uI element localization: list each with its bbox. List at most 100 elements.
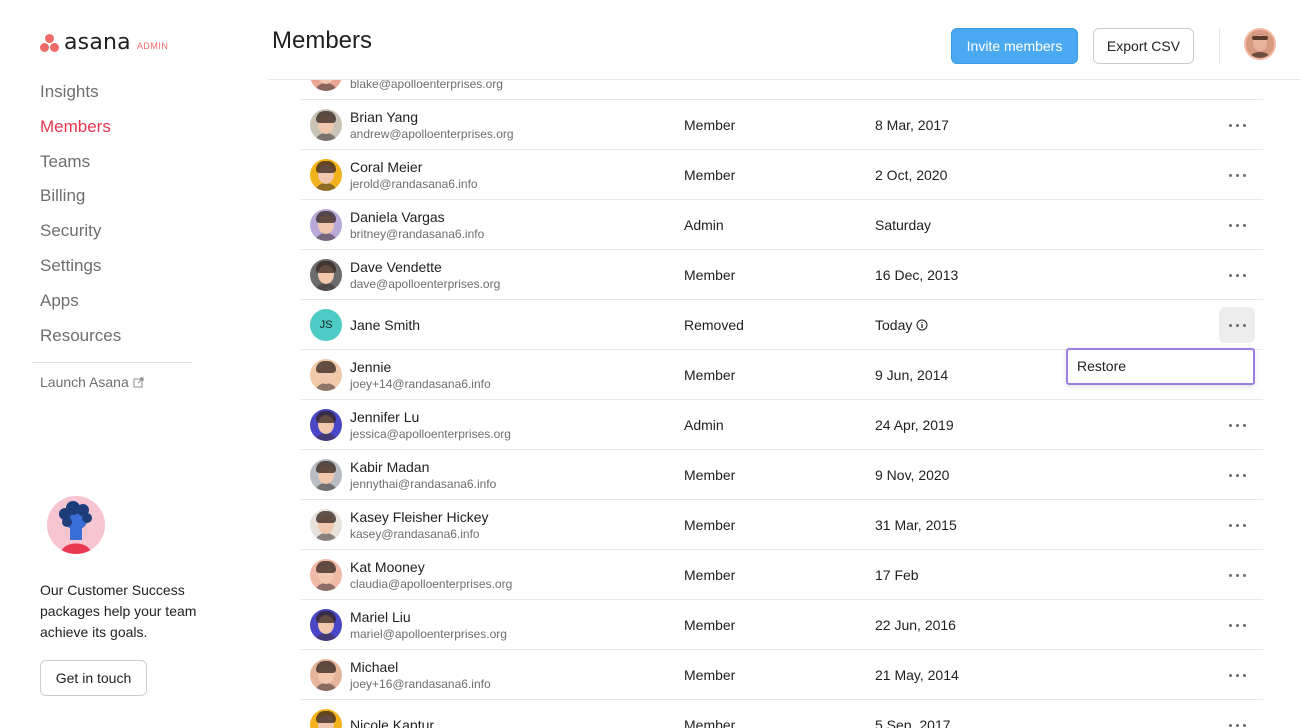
more-options-icon[interactable] bbox=[1219, 707, 1255, 728]
invite-members-button[interactable]: Invite members bbox=[951, 28, 1078, 64]
sidebar-item-resources[interactable]: Resources bbox=[40, 324, 121, 359]
member-avatar bbox=[310, 659, 342, 691]
member-email: jessica@apolloenterprises.org bbox=[350, 427, 511, 441]
sidebar-item-insights[interactable]: Insights bbox=[40, 80, 121, 115]
member-last-active: 21 May, 2014 bbox=[875, 667, 959, 683]
more-options-icon[interactable] bbox=[1219, 157, 1255, 193]
member-row[interactable]: Michael joey+16@randasana6.info Member 21 M… bbox=[301, 650, 1263, 700]
member-role: Member bbox=[684, 467, 736, 483]
user-avatar[interactable] bbox=[1244, 28, 1276, 60]
member-last-active: 5 Sep, 2017 bbox=[875, 717, 951, 728]
member-email: britney@randasana6.info bbox=[350, 227, 485, 241]
member-email: mariel@apolloenterprises.org bbox=[350, 627, 507, 641]
member-avatar bbox=[310, 409, 342, 441]
member-date-text: 22 Jun, 2016 bbox=[875, 617, 956, 633]
member-email: jerold@randasana6.info bbox=[350, 177, 478, 191]
sidebar-item-security[interactable]: Security bbox=[40, 219, 121, 254]
more-options-icon[interactable] bbox=[1219, 207, 1255, 243]
member-avatar bbox=[310, 209, 342, 241]
more-options-icon[interactable] bbox=[1219, 407, 1255, 443]
more-options-icon[interactable] bbox=[1219, 257, 1255, 293]
member-row[interactable]: Kat Mooney claudia@apolloenterprises.org M… bbox=[301, 550, 1263, 600]
more-options-icon[interactable] bbox=[1219, 557, 1255, 593]
header-divider bbox=[1219, 28, 1220, 64]
sidebar-item-apps[interactable]: Apps bbox=[40, 289, 121, 324]
member-last-active: 2 Oct, 2020 bbox=[875, 167, 947, 183]
member-name: Kabir Madan bbox=[350, 459, 430, 475]
member-date-text: 24 Apr, 2019 bbox=[875, 417, 954, 433]
promo-text: Our Customer Success packages help your … bbox=[40, 582, 197, 640]
sidebar-divider bbox=[32, 362, 192, 363]
get-in-touch-button[interactable]: Get in touch bbox=[40, 660, 147, 696]
member-role: Member bbox=[684, 267, 736, 283]
member-avatar bbox=[310, 559, 342, 591]
member-row[interactable]: Nicole Kaptur Member 5 Sep, 2017 bbox=[301, 700, 1263, 728]
member-role: Admin bbox=[684, 217, 724, 233]
sidebar: asana ADMIN Insights Members Teams Billi… bbox=[0, 0, 268, 728]
more-options-icon[interactable] bbox=[1219, 607, 1255, 643]
restore-menu-item[interactable]: Restore bbox=[1077, 358, 1126, 374]
page-title: Members bbox=[272, 27, 373, 54]
row-actions-menu: Restore bbox=[1066, 348, 1255, 385]
member-name: Kasey Fleisher Hickey bbox=[350, 509, 489, 525]
member-row[interactable]: Mariel Liu mariel@apolloenterprises.org Me… bbox=[301, 600, 1263, 650]
member-role: Member bbox=[684, 167, 736, 183]
member-email: claudia@apolloenterprises.org bbox=[350, 577, 513, 591]
member-row[interactable]: Brian Yang andrew@apolloenterprises.org Me… bbox=[301, 100, 1263, 150]
member-role: Member bbox=[684, 617, 736, 633]
member-row[interactable]: Jennifer Lu jessica@apolloenterprises.org… bbox=[301, 400, 1263, 450]
member-avatar bbox=[310, 359, 342, 391]
member-date-text: 2 Oct, 2020 bbox=[875, 167, 948, 183]
sidebar-item-billing[interactable]: Billing bbox=[40, 184, 121, 219]
sidebar-nav: Insights Members Teams Billing Security … bbox=[40, 80, 121, 358]
member-row[interactable]: Kasey Fleisher Hickey kasey@randasana6.in… bbox=[301, 500, 1263, 550]
member-name: Jane Smith bbox=[350, 317, 421, 333]
member-email: joey+16@randasana6.info bbox=[350, 677, 491, 691]
launch-asana-link[interactable]: Launch Asana bbox=[40, 374, 144, 390]
more-options-icon[interactable] bbox=[1219, 107, 1255, 143]
member-row[interactable]: JS Jane Smith Removed Today bbox=[301, 300, 1263, 350]
more-options-icon[interactable] bbox=[1219, 307, 1255, 343]
member-name: Coral Meier bbox=[350, 159, 423, 175]
member-avatar bbox=[310, 159, 342, 191]
member-date-text: 8 Mar, 2017 bbox=[875, 117, 949, 133]
launch-asana-label: Launch Asana bbox=[40, 374, 129, 390]
member-name: Mariel Liu bbox=[350, 609, 411, 625]
member-name: Kat Mooney bbox=[350, 559, 425, 575]
member-date-text: 31 Mar, 2015 bbox=[875, 517, 957, 533]
member-date-text: 17 Feb bbox=[875, 567, 919, 583]
info-icon[interactable] bbox=[916, 319, 928, 331]
member-avatar bbox=[310, 459, 342, 491]
member-date-text: 21 May, 2014 bbox=[875, 667, 959, 683]
member-avatar bbox=[310, 509, 342, 541]
asana-logo[interactable]: asana ADMIN bbox=[40, 30, 168, 55]
sidebar-item-settings[interactable]: Settings bbox=[40, 254, 121, 289]
page-header: Members Invite members Export CSV bbox=[268, 0, 1300, 80]
sidebar-item-members[interactable]: Members bbox=[40, 115, 121, 150]
member-avatar: JS bbox=[310, 309, 342, 341]
member-avatar bbox=[310, 109, 342, 141]
member-date-text: 16 Dec, 2013 bbox=[875, 267, 959, 283]
member-row[interactable]: Daniela Vargas britney@randasana6.info Adm… bbox=[301, 200, 1263, 250]
member-last-active: Today bbox=[875, 317, 928, 333]
member-row[interactable]: Coral Meier jerold@randasana6.info Member 2… bbox=[301, 150, 1263, 200]
member-role: Member bbox=[684, 717, 736, 728]
more-options-icon[interactable] bbox=[1219, 457, 1255, 493]
members-table: blake@apolloenterprises.org Brian Yang and… bbox=[301, 50, 1263, 728]
member-row[interactable]: Dave Vendette dave@apolloenterprises.org M… bbox=[301, 250, 1263, 300]
member-last-active: 8 Mar, 2017 bbox=[875, 117, 949, 133]
export-csv-button[interactable]: Export CSV bbox=[1093, 28, 1194, 64]
external-link-icon bbox=[133, 377, 144, 387]
member-last-active: 9 Jun, 2014 bbox=[875, 367, 948, 383]
member-last-active: 24 Apr, 2019 bbox=[875, 417, 954, 433]
logo-wordmark: asana bbox=[64, 30, 131, 55]
member-last-active: 16 Dec, 2013 bbox=[875, 267, 958, 283]
member-role: Admin bbox=[684, 417, 724, 433]
member-last-active: Saturday bbox=[875, 217, 931, 233]
more-options-icon[interactable] bbox=[1219, 657, 1255, 693]
member-name: Jennifer Lu bbox=[350, 409, 420, 425]
sidebar-item-teams[interactable]: Teams bbox=[40, 150, 121, 185]
more-options-icon[interactable] bbox=[1219, 507, 1255, 543]
member-row[interactable]: Kabir Madan jennythai@randasana6.info Memb… bbox=[301, 450, 1263, 500]
member-avatar bbox=[310, 609, 342, 641]
